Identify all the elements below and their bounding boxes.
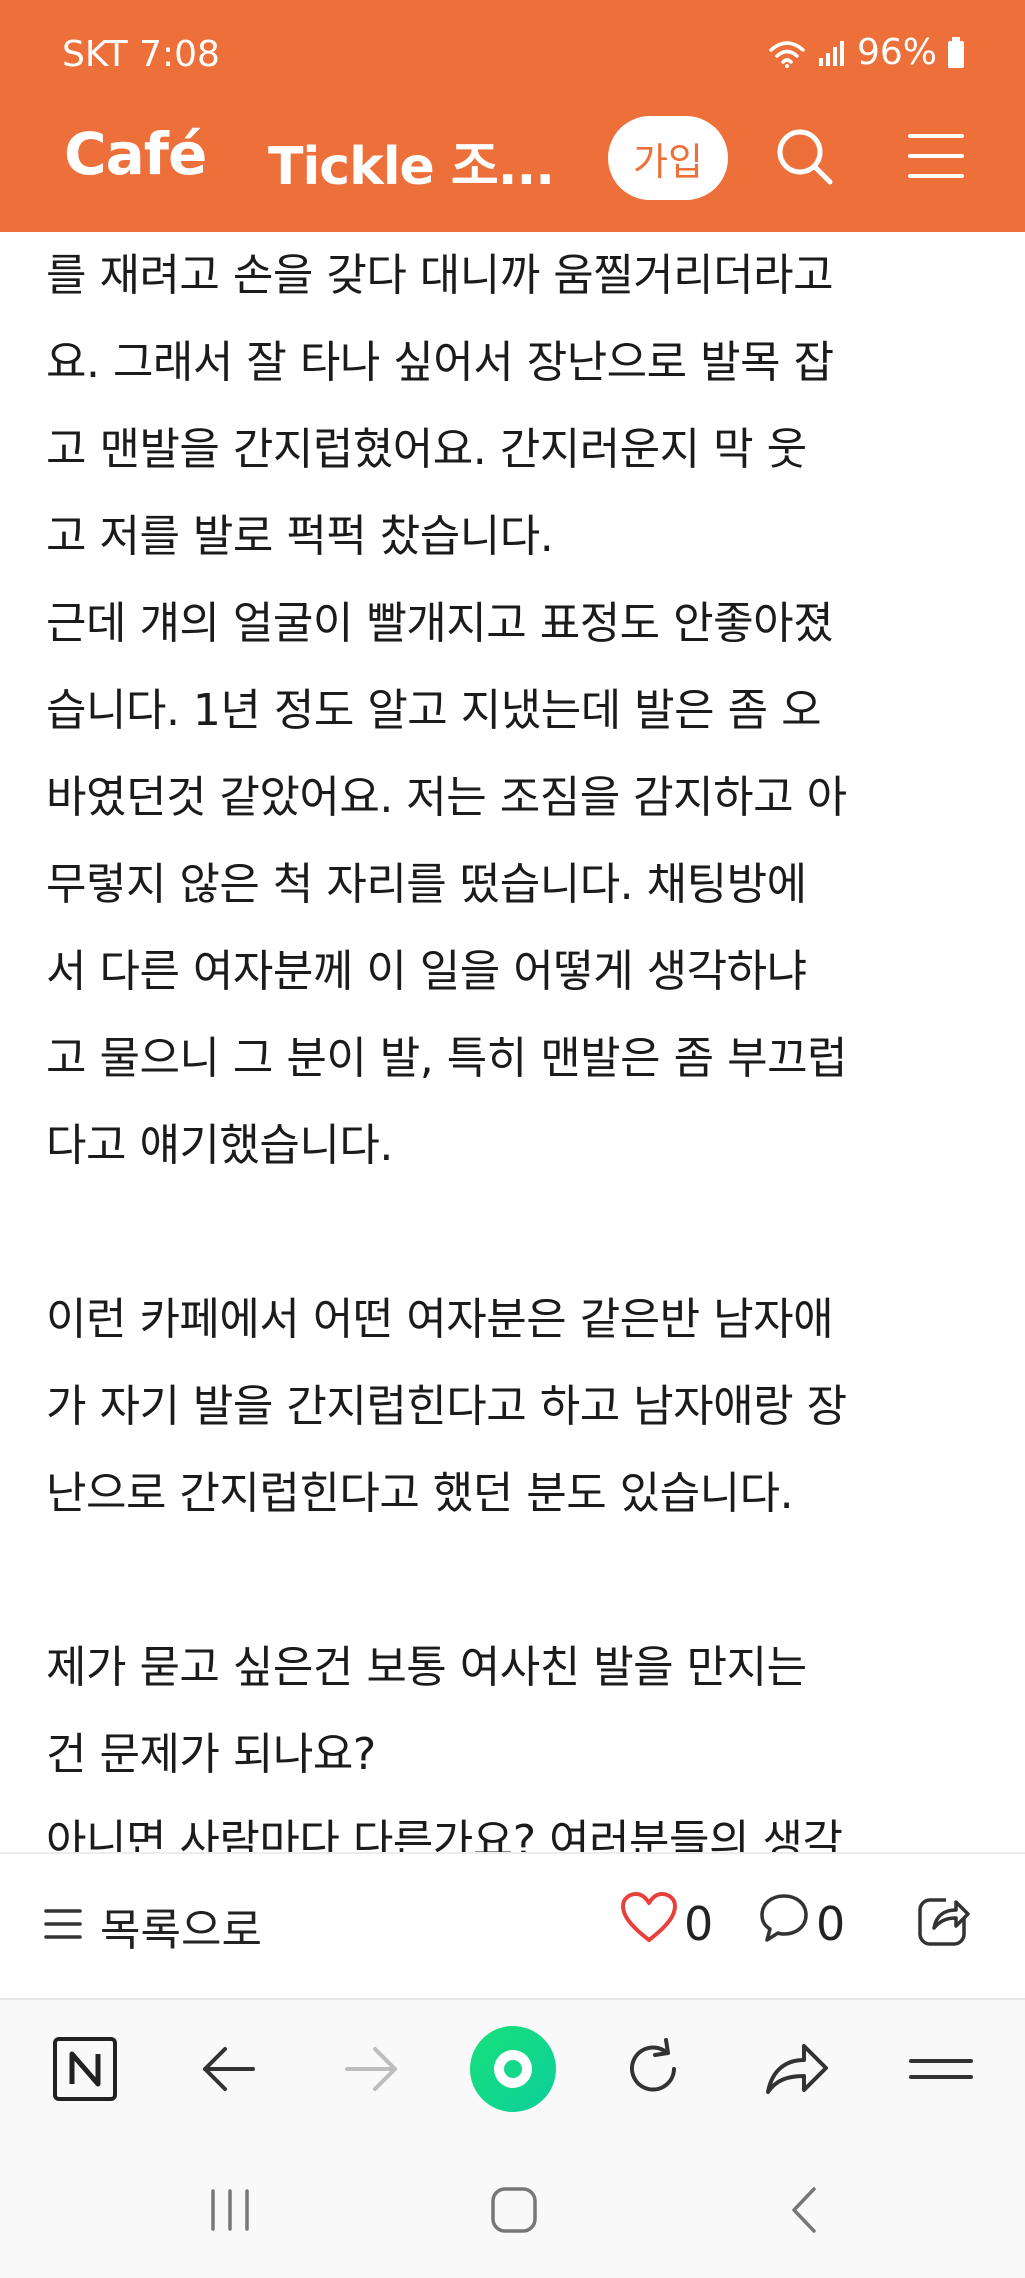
browser-toolbar <box>0 1998 1025 2138</box>
comment-count: 0 <box>816 1896 846 1951</box>
status-bar: SKT 7:08 96% <box>0 0 1025 110</box>
cafe-title[interactable]: Tickle 조... <box>268 124 555 199</box>
search-button[interactable] <box>772 124 836 188</box>
comment-icon <box>758 1892 810 1955</box>
article-line: 다고 얘기했습니다. <box>46 1120 393 1171</box>
home-button[interactable] <box>470 2026 556 2112</box>
signal-icon <box>817 38 847 68</box>
browser-menu-button[interactable] <box>906 2036 976 2106</box>
home-system-button[interactable] <box>484 2184 544 2240</box>
article-line: 이런 카페에서 어떤 여자분은 같은반 남자애 <box>46 1294 834 1345</box>
battery-icon <box>947 36 965 69</box>
back-to-list-label: 목록으로 <box>100 1905 262 1956</box>
back-to-list-button[interactable]: 목록으로 <box>44 1894 262 1958</box>
wifi-icon <box>767 38 807 68</box>
article-line: 난으로 간지럽힌다고 했던 분도 있습니다. <box>46 1468 794 1519</box>
carrier-time: SKT 7:08 <box>62 34 220 75</box>
join-button[interactable]: 가입 <box>608 116 728 200</box>
home-square-icon <box>489 2185 539 2239</box>
article-line: 건 문제가 되나요? <box>46 1729 376 1780</box>
article-line: 요. 그래서 잘 타나 싶어서 장난으로 발목 잡 <box>46 337 834 388</box>
refresh-icon <box>622 2038 684 2104</box>
recent-apps-button[interactable] <box>200 2184 260 2240</box>
article-line: 제가 묻고 싶은건 보통 여사친 발을 만지는 <box>46 1642 807 1693</box>
share-button[interactable] <box>916 1892 972 1948</box>
post-action-bar: 목록으로 0 0 <box>0 1852 1025 1998</box>
article-line: 를 재려고 손을 갖다 대니까 움찔거리더라고 <box>46 250 834 301</box>
article-blank-line <box>46 1537 986 1624</box>
naver-n-icon <box>52 2036 118 2106</box>
article-blank-line <box>46 1189 986 1276</box>
share-icon <box>916 1892 972 1952</box>
list-icon <box>44 1901 82 1952</box>
double-line-icon <box>909 2049 973 2093</box>
like-count: 0 <box>684 1896 714 1951</box>
article-line: 바였던것 같았어요. 저는 조짐을 감지하고 아 <box>46 772 847 823</box>
share-arrow-icon <box>764 2040 830 2102</box>
arrow-right-icon <box>341 2044 401 2098</box>
article-line: 근데 걔의 얼굴이 빨개지고 표정도 안좋아졌 <box>46 598 834 649</box>
menu-button[interactable] <box>906 128 966 184</box>
search-icon <box>772 129 836 192</box>
article-line: 서 다른 여자분께 이 일을 어떻게 생각하냐 <box>46 946 807 997</box>
app-header: SKT 7:08 96% Café Tickle 조... 가입 <box>0 0 1025 232</box>
chevron-left-icon <box>784 2185 824 2239</box>
refresh-button[interactable] <box>618 2036 688 2106</box>
system-back-button[interactable] <box>774 2184 834 2240</box>
status-indicators: 96% <box>767 32 965 73</box>
article-line: 아니면 사람마다 다른가요? 여러분들의 생각 <box>46 1816 843 1852</box>
cafe-logo[interactable]: Café <box>64 120 207 188</box>
comment-button[interactable]: 0 <box>758 1892 845 1955</box>
article-line: 가 자기 발을 간지럽힌다고 하고 남자애랑 장 <box>46 1381 847 1432</box>
system-navigation-bar <box>0 2138 1025 2278</box>
naver-button[interactable] <box>50 2036 120 2106</box>
article-line: 고 저를 발로 퍽퍽 찼습니다. <box>46 511 554 562</box>
heart-icon <box>620 1892 678 1955</box>
home-icon <box>494 2050 532 2088</box>
hamburger-icon <box>906 134 966 188</box>
share-page-button[interactable] <box>762 2036 832 2106</box>
recent-apps-icon <box>205 2187 255 2237</box>
article-line: 무렇지 않은 척 자리를 떴습니다. 채팅방에 <box>46 859 807 910</box>
app-bar: Café Tickle 조... 가입 <box>0 110 1025 232</box>
forward-button[interactable] <box>336 2036 406 2106</box>
article-line: 고 맨발을 간지럽혔어요. 간지러운지 막 웃 <box>46 424 807 475</box>
article-line: 습니다. 1년 정도 알고 지냈는데 발은 좀 오 <box>46 685 822 736</box>
arrow-left-icon <box>199 2044 259 2098</box>
article-body: 를 재려고 손을 갖다 대니까 움찔거리더라고 요. 그래서 잘 타나 싶어서 … <box>46 232 986 1852</box>
battery-level: 96% <box>856 32 937 73</box>
back-button[interactable] <box>194 2036 264 2106</box>
like-button[interactable]: 0 <box>620 1892 713 1955</box>
article-line: 고 물으니 그 분이 발, 특히 맨발은 좀 부끄럽 <box>46 1033 848 1084</box>
